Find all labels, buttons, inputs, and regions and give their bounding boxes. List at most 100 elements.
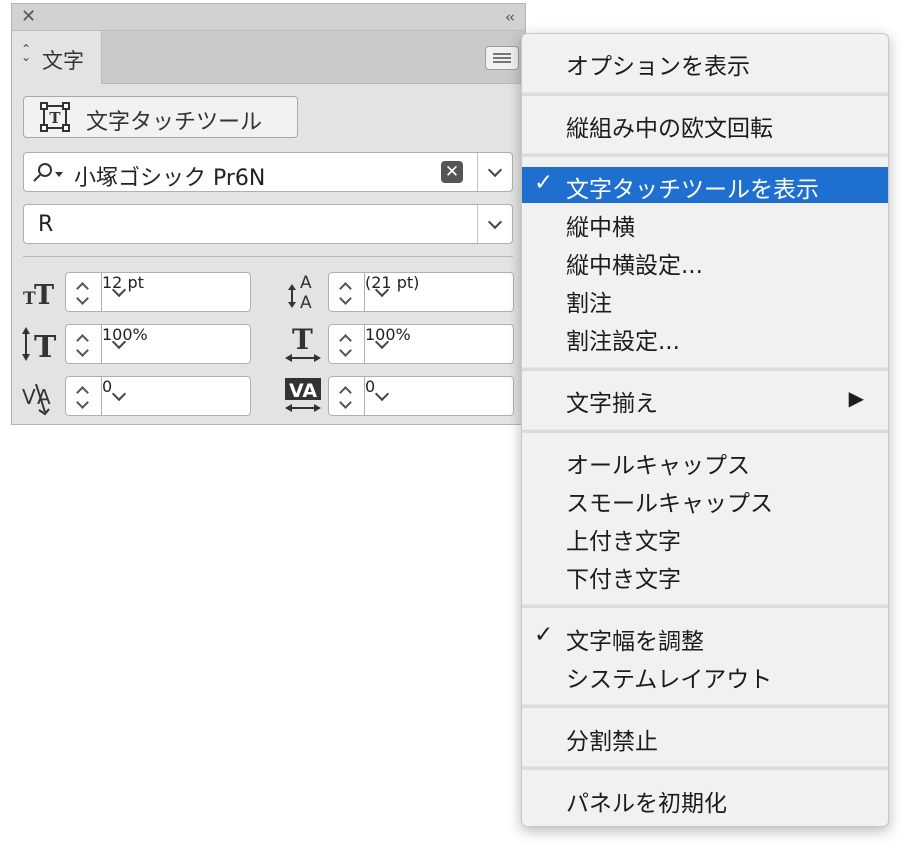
- menu-item-label: 分割禁止: [566, 729, 658, 755]
- leading-value: (21 pt): [365, 273, 420, 292]
- tab-character[interactable]: ⌃ ⌄ 文字: [12, 31, 102, 84]
- menu-separator: [522, 153, 888, 157]
- chevron-down-icon: [487, 162, 503, 178]
- menu-item-label: 文字揃え: [566, 391, 658, 417]
- font-family-field[interactable]: 小塚ゴシック Pr6N ✕: [23, 152, 513, 192]
- horizontal-scale-icon: T: [285, 324, 321, 362]
- search-icon: [33, 163, 63, 182]
- checkmark-icon: ✓: [534, 170, 554, 196]
- menu-separator: [522, 766, 888, 770]
- svg-text:A: A: [37, 385, 51, 409]
- menu-item-subscript[interactable]: 下付き文字: [522, 557, 888, 593]
- panel-body: T 文字タッチツール 小塚ゴシック Pr6N ✕ R T T 12 pt A A…: [12, 84, 525, 424]
- character-panel: ✕ ‹‹ ⌃ ⌄ 文字 T 文字タッチツール 小塚ゴシック Pr6N ✕ R T…: [11, 3, 526, 425]
- menu-item-rotate-roman[interactable]: 縦組み中の欧文回転: [522, 106, 888, 142]
- svg-text:VA: VA: [289, 380, 317, 402]
- menu-item-small-caps[interactable]: スモールキャップス: [522, 481, 888, 517]
- menu-item-show-touch-tool[interactable]: ✓ 文字タッチツールを表示: [522, 167, 888, 203]
- checkmark-icon: ✓: [534, 622, 554, 648]
- expand-arrows-icon: ⌃ ⌄: [21, 42, 32, 64]
- menu-separator: [522, 604, 888, 608]
- menu-item-reset-panel[interactable]: パネルを初期化: [522, 781, 888, 817]
- touch-type-tool-label: 文字タッチツール: [86, 110, 263, 135]
- leading-field[interactable]: (21 pt): [364, 272, 514, 312]
- vertical-scale-stepper[interactable]: [65, 324, 101, 364]
- font-size-stepper[interactable]: [65, 272, 101, 312]
- kerning-stepper[interactable]: [65, 376, 101, 416]
- menu-item-no-break[interactable]: 分割禁止: [522, 719, 888, 755]
- vertical-scale-icon: T: [22, 327, 57, 364]
- menu-item-tate-chu-yoko-settings[interactable]: 縦中横設定...: [522, 243, 888, 279]
- panel-flyout-menu: オプションを表示 縦組み中の欧文回転 ✓ 文字タッチツールを表示 縦中横 縦中横…: [521, 33, 889, 827]
- menu-item-label: システムレイアウト: [566, 667, 773, 693]
- menu-item-adjust-width[interactable]: ✓ 文字幅を調整: [522, 619, 888, 655]
- menu-item-tate-chu-yoko[interactable]: 縦中横: [522, 205, 888, 241]
- svg-text:A: A: [300, 293, 312, 310]
- panel-titlebar: ✕ ‹‹: [12, 4, 525, 31]
- menu-item-warichu[interactable]: 割注: [522, 281, 888, 317]
- collapse-panel-icon[interactable]: ‹‹: [505, 6, 515, 28]
- vertical-scale-field[interactable]: 100%: [101, 324, 251, 364]
- menu-item-label: 文字幅を調整: [566, 629, 704, 655]
- font-family-dropdown[interactable]: [477, 153, 512, 191]
- close-icon[interactable]: ✕: [21, 6, 36, 28]
- menu-item-label: 縦組み中の欧文回転: [566, 116, 773, 142]
- chevron-down-icon: [374, 386, 390, 402]
- tracking-icon: VA: [285, 378, 321, 412]
- menu-item-label: スモールキャップス: [566, 491, 773, 517]
- font-style-value: R: [38, 212, 54, 237]
- font-size-icon: T T: [23, 280, 54, 311]
- font-style-field[interactable]: R: [23, 204, 513, 244]
- tab-label: 文字: [42, 49, 84, 73]
- menu-item-superscript[interactable]: 上付き文字: [522, 519, 888, 555]
- horizontal-scale-field[interactable]: 100%: [364, 324, 514, 364]
- menu-item-label: 文字タッチツールを表示: [566, 177, 819, 203]
- font-size-field[interactable]: 12 pt: [101, 272, 251, 312]
- horizontal-scale-stepper[interactable]: [328, 324, 364, 364]
- kerning-icon: V A: [22, 383, 51, 416]
- tracking-stepper[interactable]: [328, 376, 364, 416]
- kerning-field[interactable]: 0: [101, 376, 251, 416]
- menu-separator: [522, 367, 888, 371]
- svg-text:T: T: [34, 280, 54, 311]
- leading-icon: A A: [288, 273, 312, 310]
- menu-item-show-options[interactable]: オプションを表示: [522, 44, 888, 80]
- menu-item-label: オプションを表示: [566, 54, 750, 80]
- font-style-dropdown[interactable]: [477, 205, 512, 243]
- svg-text:T: T: [292, 324, 313, 356]
- submenu-arrow-icon: ▶: [848, 386, 864, 410]
- svg-text:T: T: [34, 330, 57, 364]
- divider: [23, 256, 513, 257]
- menu-item-character-alignment[interactable]: 文字揃え ▶: [522, 381, 888, 417]
- menu-item-label: 縦中横設定...: [566, 253, 703, 279]
- menu-separator: [522, 429, 888, 433]
- svg-text:V: V: [22, 385, 36, 409]
- panel-tabstrip: ⌃ ⌄ 文字: [12, 31, 525, 84]
- menu-item-label: 割注: [566, 291, 612, 317]
- font-family-value: 小塚ゴシック Pr6N: [74, 166, 266, 191]
- menu-item-label: 下付き文字: [566, 567, 681, 593]
- menu-item-all-caps[interactable]: オールキャップス: [522, 443, 888, 479]
- svg-text:A: A: [300, 273, 312, 293]
- chevron-down-icon: [111, 386, 127, 402]
- menu-item-label: 割注設定...: [566, 329, 680, 355]
- hamburger-icon: [493, 53, 511, 55]
- kerning-value: 0: [102, 377, 113, 396]
- menu-item-label: 縦中横: [566, 215, 635, 241]
- tracking-value: 0: [365, 377, 376, 396]
- leading-stepper[interactable]: [328, 272, 364, 312]
- clear-icon[interactable]: ✕: [441, 161, 463, 183]
- menu-item-warichu-settings[interactable]: 割注設定...: [522, 319, 888, 355]
- panel-menu-button[interactable]: [485, 46, 519, 70]
- menu-item-label: オールキャップス: [566, 453, 750, 479]
- menu-separator: [522, 704, 888, 708]
- menu-item-label: パネルを初期化: [566, 791, 727, 817]
- menu-item-system-layout[interactable]: システムレイアウト: [522, 657, 888, 693]
- touch-type-tool-button[interactable]: T 文字タッチツール: [23, 96, 298, 138]
- menu-item-label: 上付き文字: [566, 529, 681, 555]
- chevron-down-icon: [487, 214, 503, 230]
- svg-text:T: T: [49, 109, 61, 127]
- touch-type-tool-icon: T: [40, 102, 70, 132]
- tracking-field[interactable]: 0: [364, 376, 514, 416]
- menu-separator: [522, 92, 888, 96]
